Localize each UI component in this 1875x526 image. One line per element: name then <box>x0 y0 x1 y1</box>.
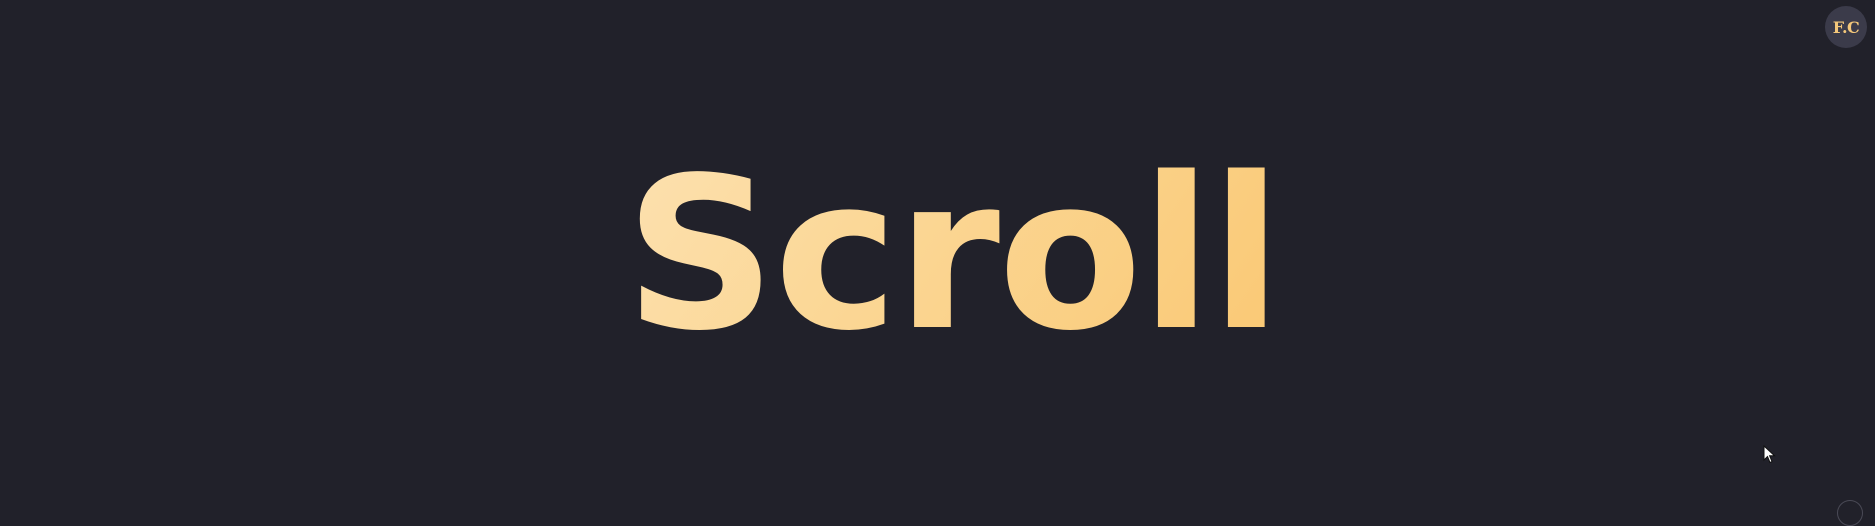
avatar[interactable]: F.C <box>1825 6 1867 48</box>
scroll-indicator-icon <box>1837 500 1863 526</box>
hero-section: Scroll <box>0 0 1875 510</box>
avatar-initials: F.C <box>1832 17 1860 37</box>
mouse-pointer-icon <box>1763 445 1776 464</box>
page: Scroll F.C <box>0 0 1875 526</box>
hero-title: Scroll <box>0 150 1875 360</box>
